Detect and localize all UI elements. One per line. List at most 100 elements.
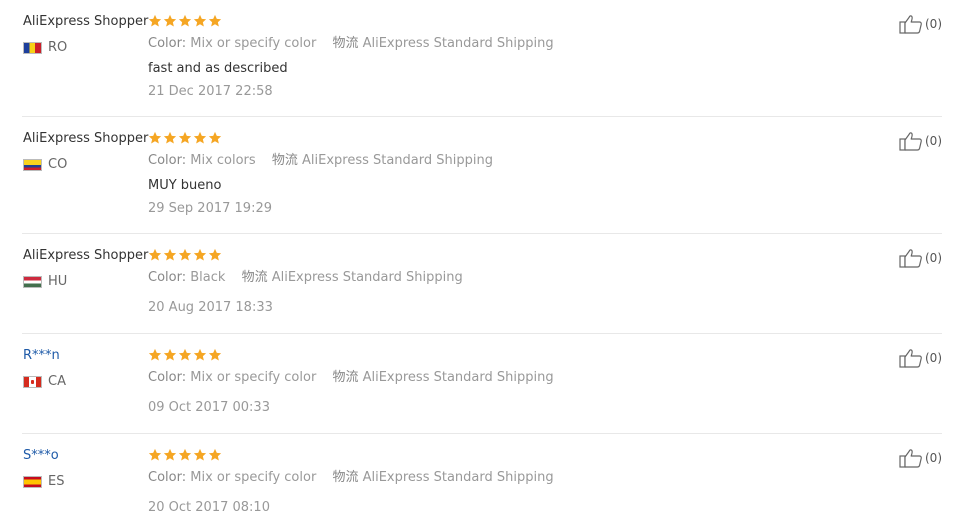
star-icon — [148, 131, 162, 145]
country-code: ES — [48, 474, 65, 489]
star-icon — [178, 14, 192, 28]
star-icon — [178, 131, 192, 145]
color-label: Color: — [148, 36, 187, 51]
order-attributes: Color: Mix or specify color 物流 AliExpres… — [148, 36, 554, 52]
country-code: RO — [48, 40, 68, 55]
star-rating — [148, 131, 222, 147]
helpful-button[interactable]: (0) — [899, 248, 942, 268]
review-item: AliExpress Shopper RO Color: Mix or spec… — [0, 0, 965, 117]
logistics-value: AliExpress Standard Shipping — [362, 370, 554, 385]
star-icon — [148, 248, 162, 262]
country-code: CA — [48, 374, 66, 389]
logistics-value: AliExpress Standard Shipping — [301, 153, 493, 168]
star-icon — [193, 14, 207, 28]
helpful-button[interactable]: (0) — [899, 348, 942, 368]
review-date: 09 Oct 2017 00:33 — [148, 400, 270, 415]
review-date: 21 Dec 2017 22:58 — [148, 84, 273, 99]
color-value: Mix or specify color — [190, 36, 317, 51]
thumbs-up-icon[interactable] — [899, 448, 923, 468]
logistics-label: 物流 — [332, 36, 359, 51]
star-icon — [193, 348, 207, 362]
star-icon — [193, 248, 207, 262]
star-icon — [163, 14, 177, 28]
color-value: Mix or specify color — [190, 370, 317, 385]
logistics-label: 物流 — [271, 153, 298, 168]
star-icon — [178, 248, 192, 262]
color-value: Mix colors — [190, 153, 256, 168]
star-icon — [208, 448, 222, 462]
color-label: Color: — [148, 153, 187, 168]
star-icon — [163, 248, 177, 262]
flag-co-icon — [23, 159, 42, 171]
helpful-count: (0) — [925, 351, 942, 365]
helpful-count: (0) — [925, 451, 942, 465]
reviewer-country: CO — [23, 157, 67, 173]
reviewer-name: AliExpress Shopper — [23, 131, 149, 146]
star-icon — [148, 14, 162, 28]
logistics-value: AliExpress Standard Shipping — [362, 36, 554, 51]
reviewer-country: HU — [23, 274, 67, 290]
thumbs-up-icon[interactable] — [899, 131, 923, 151]
color-value: Mix or specify color — [190, 470, 317, 485]
country-code: HU — [48, 274, 68, 289]
reviewer-name: AliExpress Shopper — [23, 14, 149, 29]
flag-ro-icon — [23, 42, 42, 54]
star-rating — [148, 348, 222, 364]
color-label: Color: — [148, 370, 187, 385]
star-icon — [208, 348, 222, 362]
review-item: R***n CA Color: Mix or specify color 物流 … — [0, 334, 965, 434]
star-icon — [193, 448, 207, 462]
feedback-list: AliExpress Shopper RO Color: Mix or spec… — [0, 0, 965, 528]
logistics-label: 物流 — [332, 370, 359, 385]
reviewer-name[interactable]: S***o — [23, 448, 59, 464]
star-icon — [208, 14, 222, 28]
order-attributes: Color: Mix or specify color 物流 AliExpres… — [148, 370, 554, 386]
star-icon — [163, 348, 177, 362]
reviewer-name[interactable]: R***n — [23, 348, 60, 364]
star-rating — [148, 14, 222, 30]
logistics-label: 物流 — [241, 270, 268, 285]
review-item: AliExpress Shopper HU Color: Black 物流 Al… — [0, 234, 965, 334]
star-icon — [148, 348, 162, 362]
color-label: Color: — [148, 270, 187, 285]
helpful-count: (0) — [925, 134, 942, 148]
star-icon — [163, 448, 177, 462]
star-icon — [208, 131, 222, 145]
thumbs-up-icon[interactable] — [899, 348, 923, 368]
reviewer-country: ES — [23, 474, 64, 490]
thumbs-up-icon[interactable] — [899, 14, 923, 34]
helpful-button[interactable]: (0) — [899, 131, 942, 151]
logistics-value: AliExpress Standard Shipping — [362, 470, 554, 485]
review-date: 29 Sep 2017 19:29 — [148, 201, 272, 216]
review-date: 20 Oct 2017 08:10 — [148, 500, 270, 515]
order-attributes: Color: Black 物流 AliExpress Standard Ship… — [148, 270, 463, 286]
country-code: CO — [48, 157, 68, 172]
review-item: S***o ES Color: Mix or specify color 物流 … — [0, 434, 965, 528]
star-rating — [148, 248, 222, 264]
star-icon — [178, 448, 192, 462]
color-label: Color: — [148, 470, 187, 485]
star-icon — [178, 348, 192, 362]
color-value: Black — [190, 270, 226, 285]
star-icon — [163, 131, 177, 145]
star-rating — [148, 448, 222, 464]
thumbs-up-icon[interactable] — [899, 248, 923, 268]
helpful-count: (0) — [925, 17, 942, 31]
star-icon — [208, 248, 222, 262]
flag-hu-icon — [23, 276, 42, 288]
flag-es-icon — [23, 476, 42, 488]
helpful-button[interactable]: (0) — [899, 448, 942, 468]
reviewer-country: CA — [23, 374, 66, 390]
star-icon — [193, 131, 207, 145]
order-attributes: Color: Mix colors 物流 AliExpress Standard… — [148, 153, 493, 169]
reviewer-country: RO — [23, 40, 67, 56]
review-text: fast and as described — [148, 61, 288, 76]
helpful-button[interactable]: (0) — [899, 14, 942, 34]
star-icon — [148, 448, 162, 462]
review-text: MUY bueno — [148, 178, 222, 193]
flag-ca-icon — [23, 376, 42, 388]
review-item: AliExpress Shopper CO Color: Mix colors … — [0, 117, 965, 234]
order-attributes: Color: Mix or specify color 物流 AliExpres… — [148, 470, 554, 486]
helpful-count: (0) — [925, 251, 942, 265]
logistics-label: 物流 — [332, 470, 359, 485]
